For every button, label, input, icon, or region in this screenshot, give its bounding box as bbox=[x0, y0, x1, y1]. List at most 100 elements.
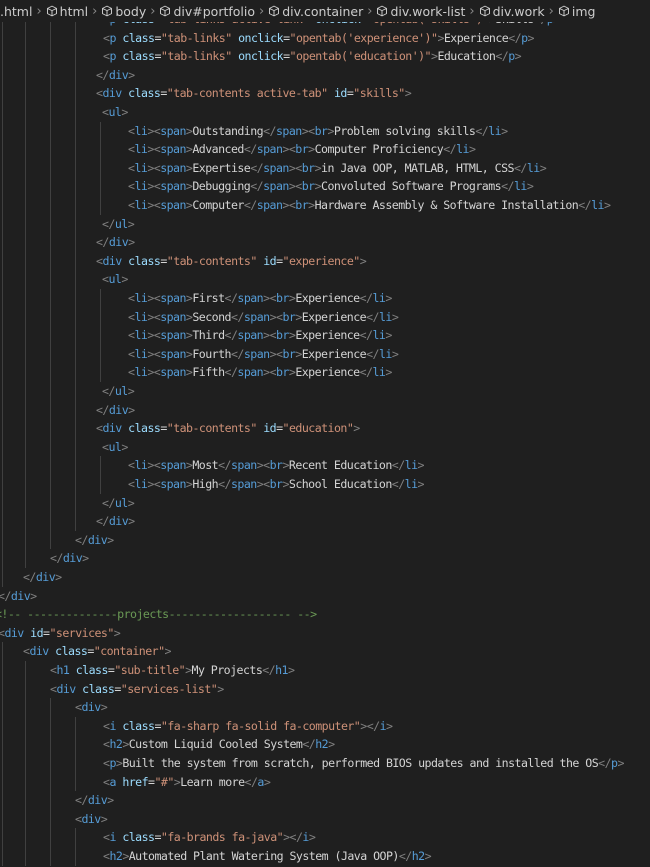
indent-guide bbox=[50, 177, 51, 196]
code-line: <li><span>Third</span><br>Experience</li… bbox=[128, 328, 392, 343]
breadcrumb-label: div#portfolio bbox=[173, 3, 256, 19]
code-line: <i class="fa-sharp fa-solid fa-computer"… bbox=[103, 718, 393, 733]
indent-guide bbox=[2, 28, 3, 48]
indent-guide bbox=[100, 456, 101, 475]
code-line: <div class="tab-contents active-tab" id=… bbox=[96, 86, 412, 101]
indent-guide bbox=[2, 493, 3, 513]
indent-guide bbox=[75, 493, 76, 513]
indent-guide bbox=[25, 326, 26, 345]
breadcrumb-item[interactable]: div.work bbox=[479, 4, 545, 19]
indent-guide bbox=[2, 158, 3, 178]
breadcrumb-item[interactable]: body bbox=[101, 4, 146, 19]
indent-guide bbox=[100, 307, 101, 327]
indent-guide bbox=[50, 363, 51, 382]
code-line: <ul> bbox=[102, 105, 128, 119]
indent-guide bbox=[25, 65, 26, 85]
breadcrumb-item[interactable]: div.work-list bbox=[376, 4, 465, 19]
indent-guide bbox=[75, 512, 76, 531]
indent-guide bbox=[75, 456, 76, 475]
breadcrumb-separator-icon: › bbox=[259, 3, 265, 19]
breadcrumb-label: .html bbox=[0, 3, 33, 19]
indent-guide bbox=[2, 270, 3, 289]
indent-guide bbox=[75, 28, 76, 48]
indent-guide bbox=[50, 289, 51, 308]
indent-guide bbox=[25, 512, 26, 531]
indent-guide bbox=[2, 437, 3, 457]
breadcrumb-item[interactable]: div.container bbox=[268, 4, 363, 19]
indent-guide bbox=[100, 177, 101, 196]
indent-guide bbox=[50, 809, 51, 829]
breadcrumb-item[interactable]: div#portfolio bbox=[159, 4, 255, 19]
indent-guide bbox=[50, 103, 51, 122]
indent-guide bbox=[2, 47, 3, 66]
code-line: <li><span>Computer</span><br>Hardware As… bbox=[128, 198, 611, 212]
indent-guide bbox=[25, 475, 26, 494]
code-line: <div class="services-list"> bbox=[50, 681, 224, 696]
indent-guide bbox=[50, 698, 51, 717]
indent-guide bbox=[50, 326, 51, 345]
indent-guide bbox=[75, 716, 76, 736]
indent-guide bbox=[25, 121, 26, 141]
indent-guide bbox=[2, 251, 3, 271]
code-line: </ul> bbox=[102, 495, 135, 510]
indent-guide bbox=[2, 530, 3, 550]
indent-guide bbox=[100, 344, 101, 364]
indent-guide bbox=[50, 382, 51, 401]
indent-guide bbox=[50, 344, 51, 364]
indent-guide bbox=[75, 400, 76, 420]
indent-guide bbox=[75, 214, 76, 234]
symbol-cube-icon bbox=[101, 5, 113, 17]
indent-guide bbox=[75, 828, 76, 847]
indent-guide bbox=[50, 196, 51, 215]
indent-guide bbox=[25, 196, 26, 215]
indent-guide bbox=[25, 791, 26, 810]
indent-guide bbox=[50, 828, 51, 847]
indent-guide bbox=[50, 772, 51, 792]
indent-guide bbox=[2, 828, 3, 847]
indent-guide bbox=[2, 140, 3, 159]
symbol-cube-icon bbox=[159, 5, 171, 17]
symbol-cube-icon bbox=[558, 5, 570, 17]
indent-guide bbox=[25, 828, 26, 847]
indent-guide bbox=[25, 735, 26, 754]
code-line: <li><span>First</span><br>Experience</li… bbox=[128, 291, 392, 305]
code-line: <!-- --------------projects-------------… bbox=[0, 607, 317, 622]
indent-guide bbox=[50, 456, 51, 475]
indent-guide bbox=[2, 196, 3, 215]
code-line: </div> bbox=[50, 551, 89, 566]
breadcrumb-label: img bbox=[571, 3, 596, 19]
code-line: <li><span>Fifth</span><br>Experience</li… bbox=[128, 365, 392, 380]
indent-guide bbox=[2, 716, 3, 736]
indent-guide bbox=[2, 22, 3, 29]
code-editor[interactable]: <p class="tab-links active-link" onclick… bbox=[0, 22, 650, 867]
code-line: </ul> bbox=[102, 216, 135, 231]
indent-guide bbox=[50, 475, 51, 494]
breadcrumb-separator-icon: › bbox=[150, 3, 156, 19]
indent-guide bbox=[2, 772, 3, 792]
indent-guide bbox=[50, 270, 51, 289]
indent-guide bbox=[2, 568, 3, 587]
code-line: <p class="tab-links" onclick="opentab('e… bbox=[103, 49, 522, 64]
indent-guide bbox=[100, 363, 101, 382]
indent-guide bbox=[2, 549, 3, 568]
indent-guide bbox=[25, 661, 26, 680]
indent-guide bbox=[25, 233, 26, 252]
indent-guide bbox=[2, 698, 3, 717]
indent-guide bbox=[2, 661, 3, 680]
indent-guide bbox=[2, 84, 3, 103]
indent-guide bbox=[2, 735, 3, 754]
breadcrumb-item[interactable]: img bbox=[558, 3, 596, 19]
indent-guide bbox=[25, 22, 26, 29]
code-line: <li><span>Debugging</span><br>Convoluted… bbox=[128, 179, 534, 194]
indent-guide bbox=[25, 84, 26, 103]
code-line: <li><span>Advanced</span><br>Computer Pr… bbox=[128, 142, 476, 157]
indent-guide bbox=[100, 475, 101, 494]
indent-guide bbox=[75, 344, 76, 364]
indent-guide bbox=[100, 326, 101, 345]
indent-guide bbox=[25, 493, 26, 513]
breadcrumb-item[interactable]: html bbox=[46, 4, 88, 19]
breadcrumb-item[interactable]: .html bbox=[0, 4, 32, 19]
indent-guide bbox=[75, 363, 76, 382]
indent-guide bbox=[25, 549, 26, 568]
indent-guide bbox=[50, 493, 51, 513]
